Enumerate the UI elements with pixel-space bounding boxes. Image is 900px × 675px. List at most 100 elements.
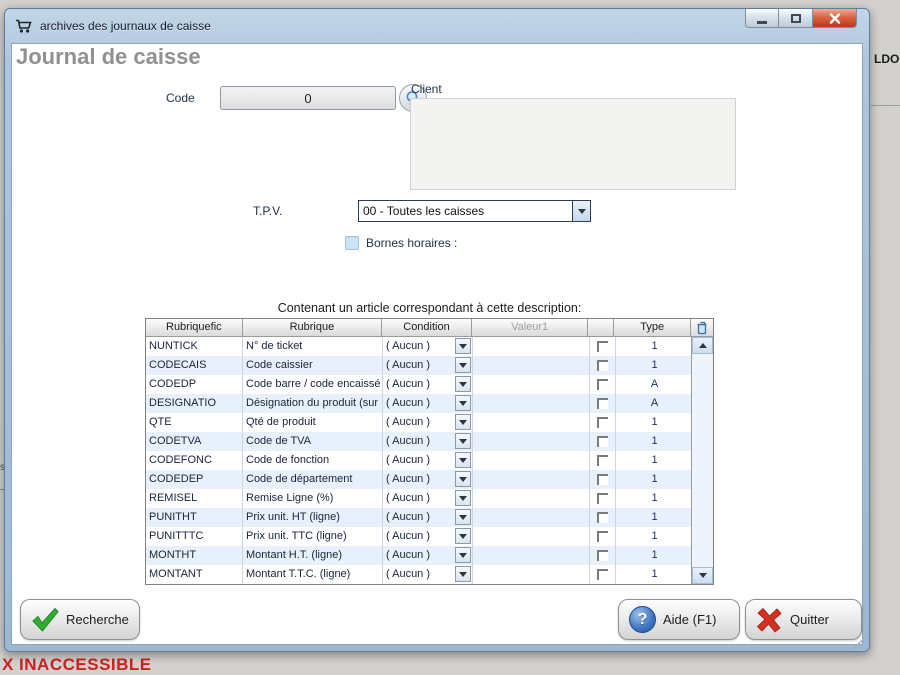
cell-condition[interactable]: ( Aucun ) — [383, 394, 473, 413]
cell-rubriquefic[interactable]: CODEDEP — [146, 470, 243, 489]
code-input[interactable] — [220, 86, 396, 110]
cell-rubriquefic[interactable]: CODEFONC — [146, 451, 243, 470]
row-checkbox[interactable] — [597, 531, 608, 542]
condition-dropdown-button[interactable] — [455, 395, 471, 411]
cell-rubriquefic[interactable]: MONTANT — [146, 565, 243, 584]
condition-dropdown-button[interactable] — [455, 452, 471, 468]
header-rubrique[interactable]: Rubrique — [243, 319, 383, 337]
header-valeur1[interactable]: Valeur1 — [472, 319, 589, 337]
row-checkbox[interactable] — [597, 436, 608, 447]
bornes-checkbox[interactable] — [345, 236, 359, 250]
cell-rubriquefic[interactable]: CODETVA — [146, 432, 243, 451]
condition-dropdown-button[interactable] — [455, 433, 471, 449]
condition-dropdown-button[interactable] — [455, 490, 471, 506]
table-row[interactable]: QTE Qté de produit ( Aucun ) 1 — [146, 413, 693, 432]
cell-rubrique[interactable]: Prix unit. TTC (ligne) — [243, 527, 383, 546]
cell-rubriquefic[interactable]: PUNITTTC — [146, 527, 243, 546]
cell-rubriquefic[interactable]: CODEDP — [146, 375, 243, 394]
table-row[interactable]: PUNITHT Prix unit. HT (ligne) ( Aucun ) … — [146, 508, 693, 527]
cell-rubrique[interactable]: Prix unit. HT (ligne) — [243, 508, 383, 527]
scroll-up-button[interactable] — [692, 337, 713, 354]
condition-dropdown-button[interactable] — [455, 471, 471, 487]
cell-condition[interactable]: ( Aucun ) — [383, 489, 473, 508]
cell-valeur1[interactable] — [473, 508, 590, 527]
cell-rubriquefic[interactable]: MONTHT — [146, 546, 243, 565]
table-row[interactable]: REMISEL Remise Ligne (%) ( Aucun ) 1 — [146, 489, 693, 508]
header-condition[interactable]: Condition — [382, 319, 472, 337]
cell-valeur1[interactable] — [473, 489, 590, 508]
table-row[interactable]: CODEFONC Code de fonction ( Aucun ) 1 — [146, 451, 693, 470]
cell-rubriquefic[interactable]: REMISEL — [146, 489, 243, 508]
cell-rubrique[interactable]: Code barre / code encaissé ( — [243, 375, 383, 394]
cell-condition[interactable]: ( Aucun ) — [383, 546, 473, 565]
cell-rubrique[interactable]: Code caissier — [243, 356, 383, 375]
cell-valeur1[interactable] — [473, 527, 590, 546]
aide-button[interactable]: ? Aide (F1) — [618, 599, 740, 640]
row-checkbox[interactable] — [597, 474, 608, 485]
row-checkbox[interactable] — [597, 398, 608, 409]
row-checkbox[interactable] — [597, 341, 608, 352]
condition-dropdown-button[interactable] — [455, 338, 471, 354]
tpv-dropdown-button[interactable] — [572, 201, 590, 221]
cell-valeur1[interactable] — [473, 394, 590, 413]
condition-dropdown-button[interactable] — [455, 357, 471, 373]
client-textarea[interactable] — [410, 98, 736, 190]
cell-condition[interactable]: ( Aucun ) — [383, 508, 473, 527]
tpv-select[interactable]: 00 - Toutes les caisses — [358, 200, 591, 222]
row-checkbox[interactable] — [597, 379, 608, 390]
cell-rubrique[interactable]: Code de département — [243, 470, 383, 489]
cell-valeur1[interactable] — [473, 565, 590, 584]
row-checkbox[interactable] — [597, 360, 608, 371]
minimize-button[interactable] — [745, 9, 779, 28]
cell-rubrique[interactable]: Montant H.T. (ligne) — [243, 546, 383, 565]
cell-rubriquefic[interactable]: DESIGNATIO — [146, 394, 243, 413]
cell-rubriquefic[interactable]: QTE — [146, 413, 243, 432]
cell-rubrique[interactable]: Qté de produit — [243, 413, 383, 432]
cell-rubrique[interactable]: Remise Ligne (%) — [243, 489, 383, 508]
cell-rubrique[interactable]: Code de TVA — [243, 432, 383, 451]
cell-condition[interactable]: ( Aucun ) — [383, 356, 473, 375]
condition-dropdown-button[interactable] — [455, 547, 471, 563]
table-row[interactable]: CODETVA Code de TVA ( Aucun ) 1 — [146, 432, 693, 451]
cell-valeur1[interactable] — [473, 451, 590, 470]
cell-rubrique[interactable]: Montant T.T.C. (ligne) — [243, 565, 383, 584]
table-row[interactable]: MONTHT Montant H.T. (ligne) ( Aucun ) 1 — [146, 546, 693, 565]
cell-rubrique[interactable]: Désignation du produit (sur — [243, 394, 383, 413]
cell-valeur1[interactable] — [473, 546, 590, 565]
scroll-down-button[interactable] — [692, 567, 713, 584]
condition-dropdown-button[interactable] — [455, 509, 471, 525]
cell-rubriquefic[interactable]: NUNTICK — [146, 337, 243, 356]
table-row[interactable]: NUNTICK N° de ticket ( Aucun ) 1 — [146, 337, 693, 356]
row-checkbox[interactable] — [597, 417, 608, 428]
table-row[interactable]: MONTANT Montant T.T.C. (ligne) ( Aucun )… — [146, 565, 693, 584]
cell-condition[interactable]: ( Aucun ) — [383, 565, 473, 584]
condition-dropdown-button[interactable] — [455, 414, 471, 430]
cell-condition[interactable]: ( Aucun ) — [383, 337, 473, 356]
table-scrollbar[interactable] — [691, 337, 713, 584]
cell-valeur1[interactable] — [473, 470, 590, 489]
cell-condition[interactable]: ( Aucun ) — [383, 432, 473, 451]
header-rubriquefic[interactable]: Rubriquefic — [146, 319, 243, 337]
header-type[interactable]: Type — [614, 319, 691, 337]
cell-rubrique[interactable]: Code de fonction — [243, 451, 383, 470]
cell-condition[interactable]: ( Aucun ) — [383, 451, 473, 470]
quitter-button[interactable]: Quitter — [745, 599, 862, 640]
cell-condition[interactable]: ( Aucun ) — [383, 375, 473, 394]
recherche-button[interactable]: Recherche — [20, 599, 140, 640]
cell-condition[interactable]: ( Aucun ) — [383, 413, 473, 432]
row-checkbox[interactable] — [597, 512, 608, 523]
cell-valeur1[interactable] — [473, 375, 590, 394]
cell-rubrique[interactable]: N° de ticket — [243, 337, 383, 356]
row-checkbox[interactable] — [597, 569, 608, 580]
cell-valeur1[interactable] — [473, 356, 590, 375]
condition-dropdown-button[interactable] — [455, 566, 471, 582]
table-row[interactable]: CODEDEP Code de département ( Aucun ) 1 — [146, 470, 693, 489]
cell-condition[interactable]: ( Aucun ) — [383, 470, 473, 489]
table-row[interactable]: DESIGNATIO Désignation du produit (sur (… — [146, 394, 693, 413]
condition-dropdown-button[interactable] — [455, 528, 471, 544]
cell-valeur1[interactable] — [473, 413, 590, 432]
cell-valeur1[interactable] — [473, 337, 590, 356]
header-checkbox[interactable] — [588, 319, 614, 337]
table-row[interactable]: CODEDP Code barre / code encaissé ( ( Au… — [146, 375, 693, 394]
cell-rubriquefic[interactable]: PUNITHT — [146, 508, 243, 527]
